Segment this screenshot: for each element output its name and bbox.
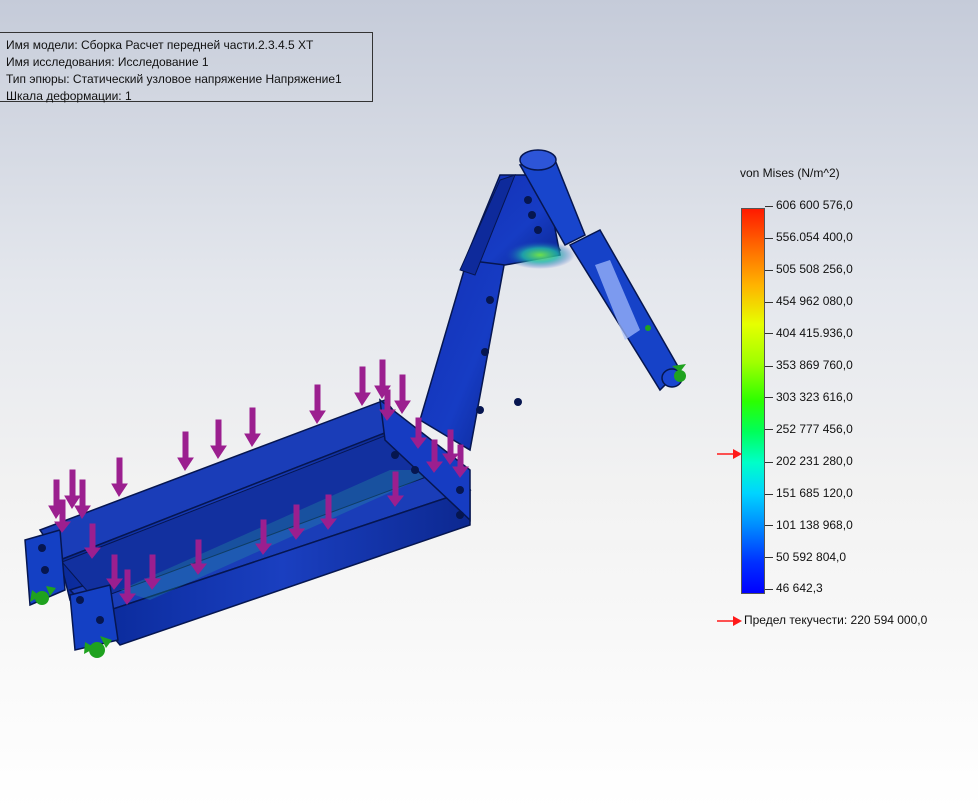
tick-label: 252 777 456,0: [776, 422, 853, 436]
tick-mark: [765, 525, 773, 526]
tick-label: 454 962 080,0: [776, 294, 853, 308]
tick-mark: [765, 462, 773, 463]
tick-label: 404 415.936,0: [776, 326, 853, 340]
yield-arrow-icon: [717, 616, 742, 626]
tick-label: 202 231 280,0: [776, 454, 853, 468]
tick-mark: [765, 238, 773, 239]
tick-mark: [765, 429, 773, 430]
yield-strength-label: Предел текучести: 220 594 000,0: [744, 613, 928, 627]
legend-title: von Mises (N/m^2): [740, 166, 840, 180]
tick-label: 50 592 804,0: [776, 550, 847, 564]
yield-marker-arrow-icon: [717, 449, 742, 459]
tick-label: 353 869 760,0: [776, 358, 853, 372]
tick-mark: [765, 397, 773, 398]
arm-assembly: [419, 149, 683, 452]
tick-mark: [765, 270, 773, 271]
tick-mark: [765, 302, 773, 303]
tick-mark: [765, 333, 773, 334]
stress-plot-viewport[interactable]: [0, 0, 978, 810]
tick-label: 46 642,3: [776, 581, 823, 595]
tick-label: 556.054 400,0: [776, 230, 853, 244]
tick-label: 151 685 120,0: [776, 486, 853, 500]
tick-mark: [765, 366, 773, 367]
tick-label: 606 600 576,0: [776, 198, 853, 212]
tick-mark: [765, 589, 773, 590]
tick-mark: [765, 494, 773, 495]
tick-label: 101 138 968,0: [776, 518, 853, 532]
tick-label: 505 508 256,0: [776, 262, 853, 276]
tick-mark: [765, 206, 773, 207]
tick-label: 303 323 616,0: [776, 390, 853, 404]
stress-colorbar: [741, 208, 765, 594]
tick-mark: [765, 557, 773, 558]
